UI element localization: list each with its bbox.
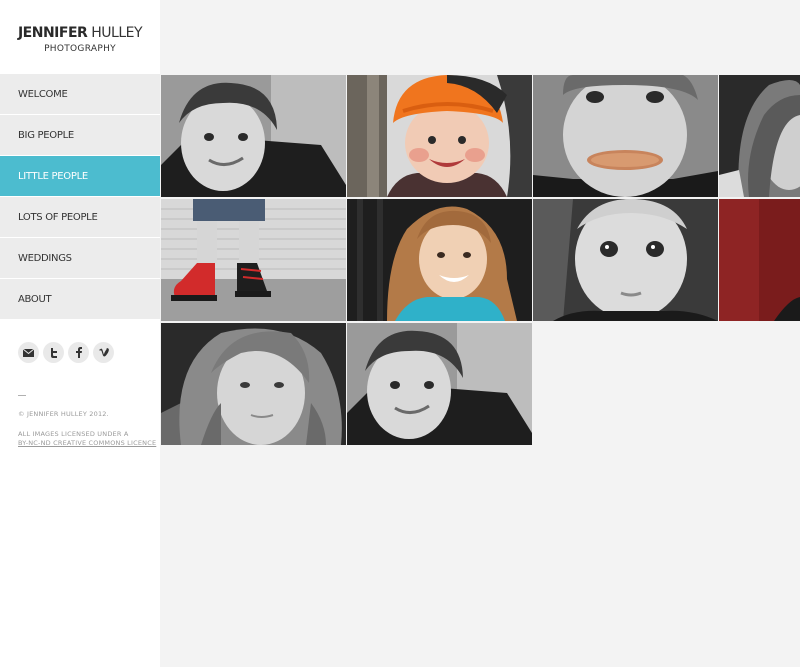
- gallery-photo[interactable]: [161, 75, 346, 197]
- gallery-photo[interactable]: [347, 199, 532, 321]
- gallery-photo[interactable]: [719, 199, 800, 321]
- mail-icon[interactable]: [18, 342, 39, 363]
- site-logo[interactable]: JENNIFER HULLEY PHOTOGRAPHY: [0, 0, 160, 74]
- photo-gallery: [161, 75, 800, 447]
- photo-red-sneakers: [161, 199, 346, 321]
- license-link[interactable]: BY-NC-ND CREATIVE COMMONS LICENCE: [18, 439, 156, 447]
- sidebar: JENNIFER HULLEY PHOTOGRAPHY WELCOME BIG …: [0, 0, 160, 667]
- logo-subtitle: PHOTOGRAPHY: [44, 44, 116, 54]
- copyright-text: © JENNIFER HULLEY 2012.: [18, 410, 109, 418]
- nav-item-welcome[interactable]: WELCOME: [0, 74, 160, 115]
- photo-girl-partial: [719, 75, 800, 197]
- gallery-photo[interactable]: [161, 323, 346, 445]
- gallery-photo[interactable]: [347, 75, 532, 197]
- license-text: ALL IMAGES LICENSED UNDER A: [18, 430, 129, 438]
- facebook-icon[interactable]: [68, 342, 89, 363]
- nav-item-weddings[interactable]: WEDDINGS: [0, 238, 160, 279]
- vimeo-icon[interactable]: [93, 342, 114, 363]
- gallery-photo[interactable]: [347, 323, 532, 445]
- nav-item-little-people[interactable]: LITTLE PEOPLE: [0, 156, 160, 197]
- social-links: [18, 342, 114, 363]
- photo-boy-tongue: [533, 75, 718, 197]
- logo-name: JENNIFER HULLEY: [0, 25, 160, 41]
- photo-orange-hat: [347, 75, 532, 197]
- photo-girl-smiling: [347, 199, 532, 321]
- logo-last-name: HULLEY: [91, 25, 143, 41]
- twitter-icon[interactable]: [43, 342, 64, 363]
- photo-girl-long-hair: [161, 323, 346, 445]
- gallery-photo[interactable]: [719, 75, 800, 197]
- photo-boy-smiling: [161, 75, 346, 197]
- nav-item-big-people[interactable]: BIG PEOPLE: [0, 115, 160, 156]
- main-nav: WELCOME BIG PEOPLE LITTLE PEOPLE LOTS OF…: [0, 74, 160, 320]
- photo-baby-face: [533, 199, 718, 321]
- nav-item-about[interactable]: ABOUT: [0, 279, 160, 320]
- logo-first-name: JENNIFER: [17, 25, 88, 41]
- nav-item-lots-of-people[interactable]: LOTS OF PEOPLE: [0, 197, 160, 238]
- gallery-photo[interactable]: [533, 199, 718, 321]
- footer-divider: [18, 395, 26, 396]
- gallery-photo[interactable]: [533, 75, 718, 197]
- gallery-photo[interactable]: [161, 199, 346, 321]
- photo-boy-smiling-2: [347, 323, 532, 445]
- photo-red-partial: [719, 199, 800, 321]
